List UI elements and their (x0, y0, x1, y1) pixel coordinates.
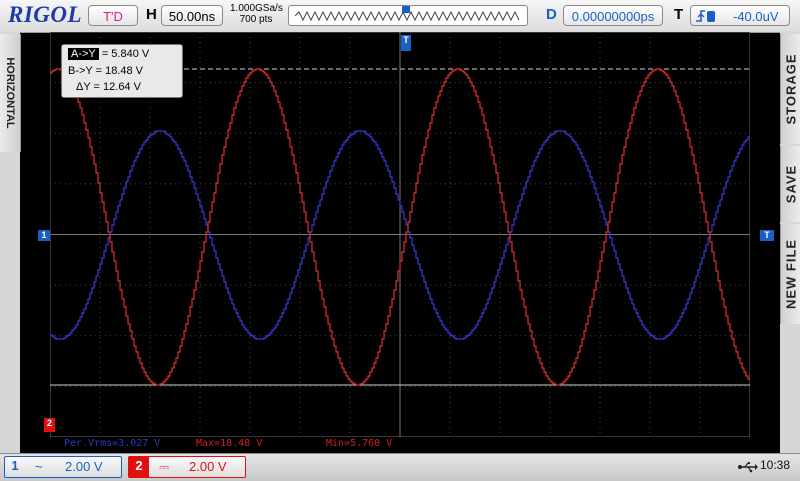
save-tab-label: SAVE (783, 164, 798, 204)
measurement-max: Max=18.48 V (196, 438, 263, 449)
horizontal-label: H (146, 6, 157, 23)
sample-rate: 1.000GSa/s (230, 3, 283, 14)
trigger-level: -40.0uV (733, 9, 779, 24)
trigger-level-marker[interactable]: T (760, 230, 774, 241)
memory-position-bar[interactable] (288, 5, 528, 26)
memory-depth: 700 pts (239, 14, 273, 25)
cursor-a-readout: A->Y = 5.840 V (68, 48, 149, 60)
ch1-number: 1 (11, 458, 19, 473)
ch1-settings-tab[interactable]: 1 ~ 2.00 V (4, 456, 122, 478)
cursor-a-label: A->Y (68, 48, 99, 60)
ch2-offset-marker[interactable]: 2 (44, 418, 55, 432)
trigger-settings[interactable]: -40.0uV (690, 5, 790, 26)
trigger-position-marker[interactable]: T (401, 35, 411, 51)
measurement-min: Min=5.760 V (326, 438, 393, 449)
top-status-bar: RIGOL T'D H 50.00ns 1.000GSa/s 700 pts D… (0, 0, 800, 33)
ch1-scale: 2.00 V (65, 459, 103, 474)
storage-tab-label: STORAGE (783, 53, 798, 125)
run-status[interactable]: T'D (88, 5, 138, 26)
timebase-value[interactable]: 50.00ns (161, 5, 223, 26)
memory-waveform-icon (294, 6, 520, 22)
rising-edge-ch1-icon (696, 10, 715, 22)
measurement-bar: Per.Vrms=3.027 V Max=18.48 V Min=5.760 V (0, 437, 800, 451)
ac-coupling-icon: ~ (35, 459, 43, 474)
horizontal-tab-label: HORIZONTAL (4, 57, 16, 129)
system-clock: 10:38 (760, 458, 791, 472)
brand-logo: RIGOL (8, 2, 83, 27)
ch2-scale: 2.00 V (189, 459, 227, 474)
left-side-panel: HORIZONTAL (0, 32, 21, 456)
new-file-tab[interactable]: NEW FILE (780, 224, 800, 324)
usb-icon (738, 462, 758, 473)
ch2-settings-tab[interactable]: 2 ⎓ 2.00 V (128, 456, 246, 478)
cursor-b-readout: B->Y = 18.48 V (68, 65, 144, 77)
measurement-vrms: Per.Vrms=3.027 V (64, 438, 161, 449)
dc-coupling-icon: ⎓ (159, 459, 170, 474)
horizontal-tab[interactable]: HORIZONTAL (0, 34, 21, 152)
storage-tab[interactable]: STORAGE (780, 34, 800, 144)
channel-status-bar: 1 ~ 2.00 V 2 ⎓ 2.00 V 10:38 (0, 453, 800, 481)
cursor-readout-box: A->Y = 5.840 V B->Y = 18.48 V ΔY = 12.64… (61, 44, 183, 98)
right-side-panel: STORAGE SAVE NEW FILE (780, 32, 800, 456)
new-file-tab-label: NEW FILE (783, 238, 798, 310)
trigger-label: T (674, 6, 684, 23)
ch2-number: 2 (129, 456, 149, 478)
save-tab[interactable]: SAVE (780, 146, 800, 222)
acquisition-info: 1.000GSa/s 700 pts (230, 3, 283, 25)
delay-value[interactable]: 0.00000000ps (563, 5, 663, 26)
delay-label: D (546, 6, 557, 23)
cursor-delta-readout: ΔY = 12.64 V (76, 81, 141, 93)
ch1-offset-marker[interactable]: 1 (38, 230, 50, 241)
oscilloscope-screen: RIGOL T'D H 50.00ns 1.000GSa/s 700 pts D… (0, 0, 800, 481)
cursor-a-value: = 5.840 V (101, 48, 150, 60)
